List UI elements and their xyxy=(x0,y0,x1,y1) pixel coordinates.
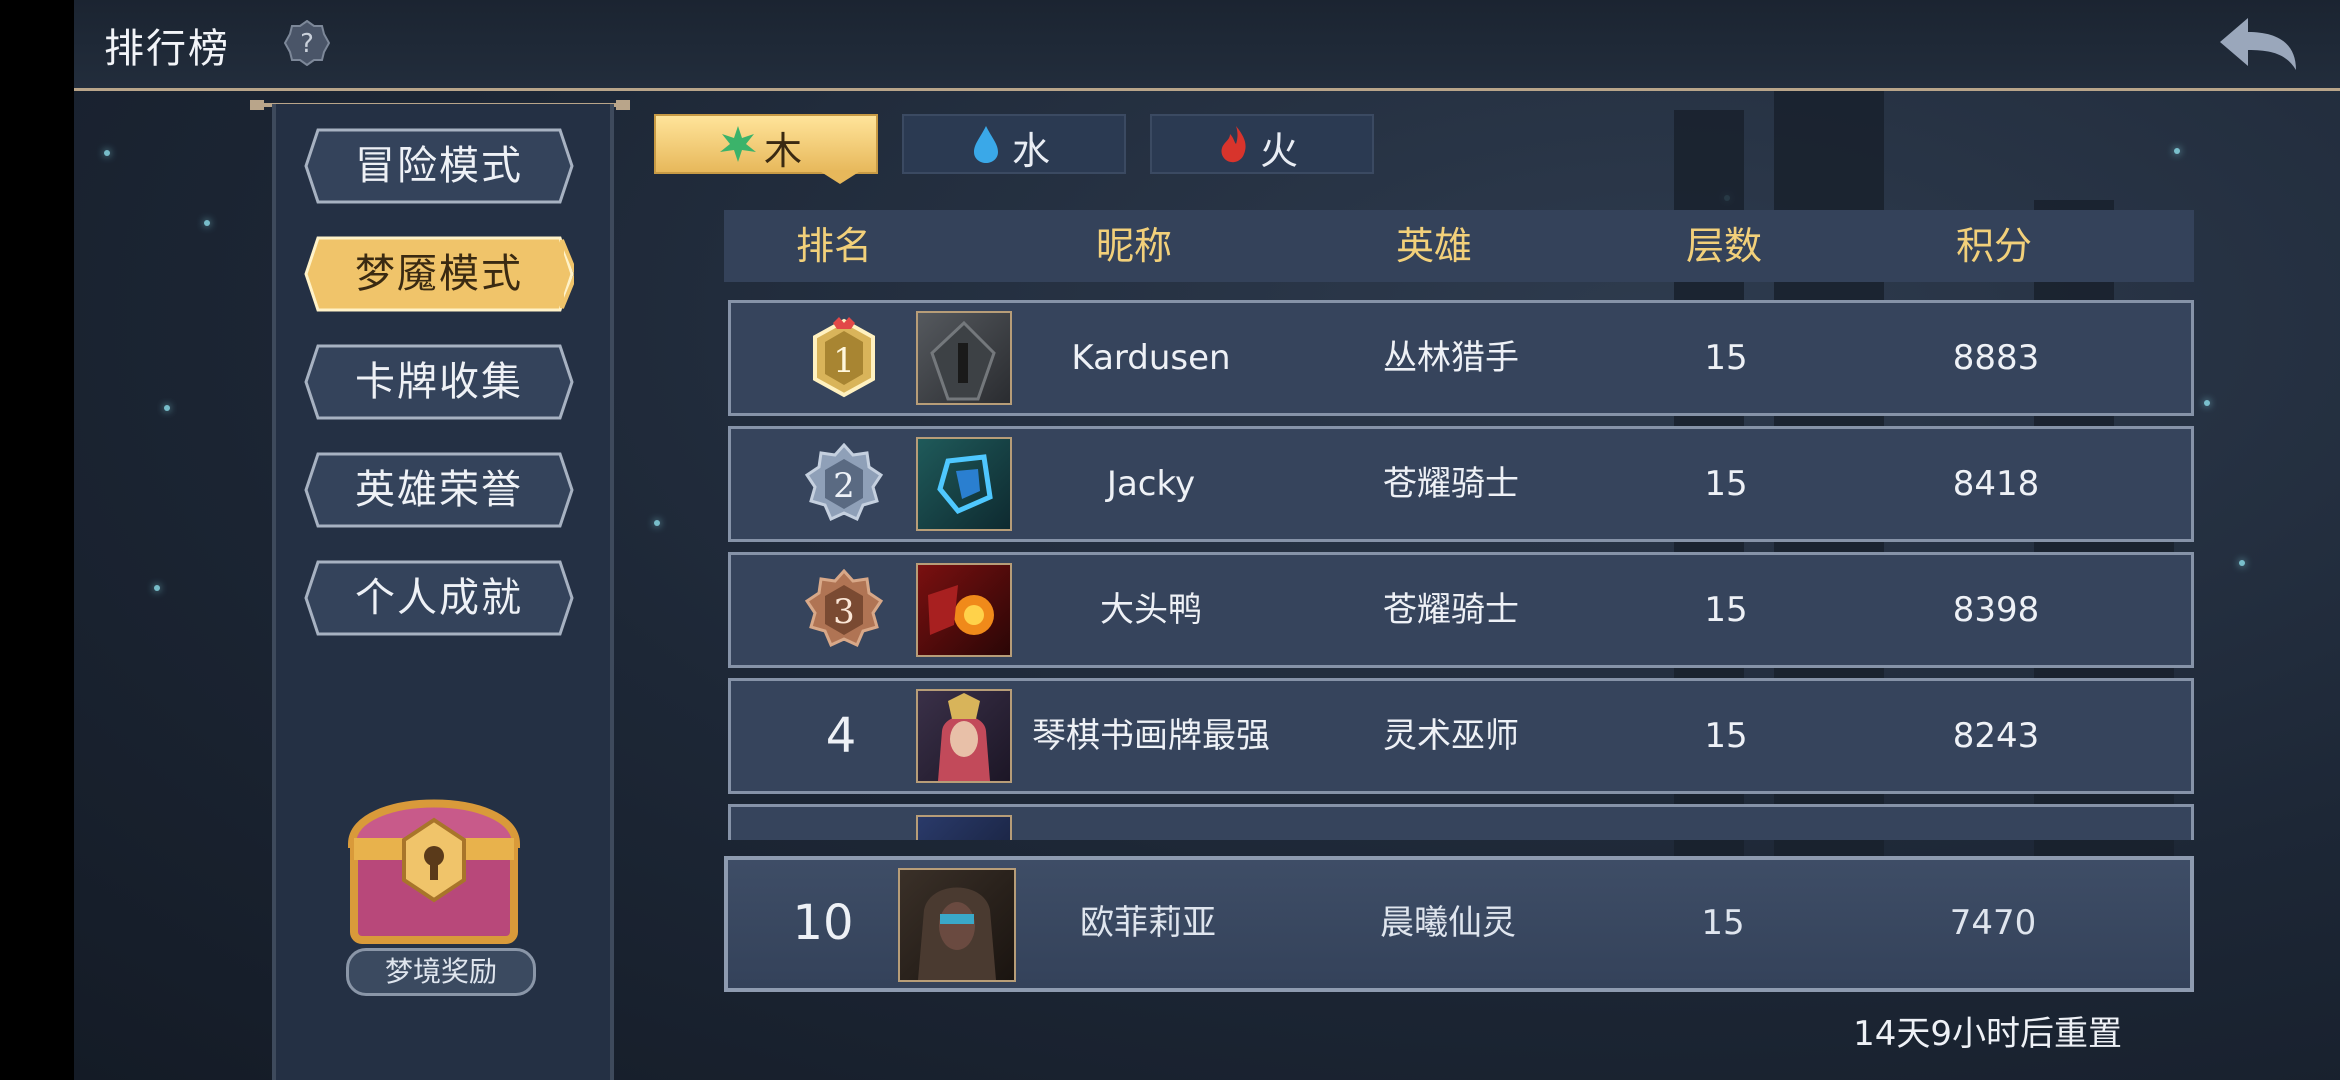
back-button[interactable] xyxy=(2216,14,2300,74)
mode-button-achievements[interactable]: 个人成就 xyxy=(304,560,574,636)
hero-name: 丛林猎手 xyxy=(1383,338,1519,378)
mode-button-adventure[interactable]: 冒险模式 xyxy=(304,128,574,204)
floors-value: 15 xyxy=(1704,338,1748,378)
rank-bronze-badge: 3 xyxy=(804,569,884,648)
player-name: 大头鸭 xyxy=(1100,590,1202,630)
table-header: 排名 昵称 英雄 层数 积分 xyxy=(724,210,2194,282)
reset-countdown: 14天9小时后重置 xyxy=(1853,1014,2122,1054)
fire-icon xyxy=(1221,126,1246,163)
score-value: 8243 xyxy=(1952,716,2040,756)
rank-number: 2 xyxy=(833,466,855,506)
table-row[interactable] xyxy=(728,804,2194,840)
mode-label: 冒险模式 xyxy=(355,143,523,189)
mode-label: 个人成就 xyxy=(355,575,523,621)
star-decoration xyxy=(154,585,160,591)
mode-label: 卡牌收集 xyxy=(355,359,523,405)
top-bar: 排行榜 ? xyxy=(74,0,2340,91)
rank-gold-badge: 1 xyxy=(813,317,875,398)
hero-name: 苍耀骑士 xyxy=(1383,464,1519,504)
my-rank-row[interactable]: 10 欧菲莉亚 晨曦仙灵 15 7470 xyxy=(724,856,2194,992)
tab-label: 水 xyxy=(1012,129,1051,173)
star-decoration xyxy=(654,520,660,526)
rank-number: 10 xyxy=(792,895,854,951)
floors-value: 15 xyxy=(1704,590,1748,630)
leaderboard-list[interactable]: 1 Kardusen 丛林猎手 15 8883 2 Jacky 苍耀骑士 15 … xyxy=(724,296,2198,840)
hero-avatar xyxy=(916,311,1012,405)
column-header-rank: 排名 xyxy=(795,224,872,268)
tab-water[interactable]: 水 xyxy=(902,114,1126,174)
hero-name: 灵术巫师 xyxy=(1383,716,1519,756)
tab-wood[interactable]: 木 xyxy=(654,114,878,174)
mode-label: 英雄荣誉 xyxy=(355,467,523,513)
score-value: 8883 xyxy=(1952,338,2040,378)
table-row[interactable]: 4 琴棋书画牌最强 灵术巫师 15 8243 xyxy=(728,678,2194,794)
player-name: 琴棋书画牌最强 xyxy=(1032,716,1270,756)
score-value: 8398 xyxy=(1952,590,2040,630)
water-drop-icon xyxy=(974,126,998,163)
hero-avatar xyxy=(916,815,1012,840)
hero-name: 晨曦仙灵 xyxy=(1380,903,1516,943)
score-value: 7470 xyxy=(1949,903,2037,943)
rank-silver-badge: 2 xyxy=(804,443,884,522)
hero-avatar xyxy=(916,563,1012,657)
star-decoration xyxy=(2174,148,2180,154)
rank-number: 1 xyxy=(833,341,855,381)
score-value: 8418 xyxy=(1952,464,2040,504)
mode-button-cards[interactable]: 卡牌收集 xyxy=(304,344,574,420)
mode-button-nightmare[interactable]: 梦魇模式 xyxy=(304,236,574,312)
hero-avatar xyxy=(898,868,1016,982)
page-title: 排行榜 xyxy=(104,26,230,72)
game-screen: 排行榜 ? 冒险模式 梦魇模式 卡牌收集 英雄荣誉 个人成就 梦境奖励 木 水 … xyxy=(74,0,2340,1080)
column-header-score: 积分 xyxy=(1955,224,2032,268)
leaf-icon xyxy=(720,126,756,162)
hero-avatar xyxy=(916,437,1012,531)
star-decoration xyxy=(104,150,110,156)
hero-avatar xyxy=(916,689,1012,783)
rank-number: 4 xyxy=(825,708,857,764)
tab-pointer xyxy=(818,170,862,184)
rank-number: 3 xyxy=(833,592,855,632)
column-header-floors: 层数 xyxy=(1685,224,1762,268)
mode-label: 梦魇模式 xyxy=(355,251,523,297)
floors-value: 15 xyxy=(1704,464,1748,504)
player-name: Jacky xyxy=(1106,464,1196,504)
star-decoration xyxy=(204,220,210,226)
treasure-chest-icon[interactable] xyxy=(334,760,534,950)
column-header-nickname: 昵称 xyxy=(1095,224,1172,268)
svg-text:?: ? xyxy=(300,29,314,59)
table-row[interactable]: 2 Jacky 苍耀骑士 15 8418 xyxy=(728,426,2194,542)
hero-name: 苍耀骑士 xyxy=(1383,590,1519,630)
tab-fire[interactable]: 火 xyxy=(1150,114,1374,174)
column-header-hero: 英雄 xyxy=(1395,224,1472,268)
star-decoration xyxy=(2204,400,2210,406)
floors-value: 15 xyxy=(1701,903,1745,943)
floors-value: 15 xyxy=(1704,716,1748,756)
star-decoration xyxy=(164,405,170,411)
star-decoration xyxy=(2239,560,2245,566)
help-icon[interactable]: ? xyxy=(284,20,330,66)
reward-label[interactable]: 梦境奖励 xyxy=(346,948,536,996)
table-row[interactable]: 3 大头鸭 苍耀骑士 15 8398 xyxy=(728,552,2194,668)
tab-label: 火 xyxy=(1260,129,1299,173)
player-name: 欧菲莉亚 xyxy=(1080,903,1216,943)
mode-button-hero-honor[interactable]: 英雄荣誉 xyxy=(304,452,574,528)
table-row[interactable]: 1 Kardusen 丛林猎手 15 8883 xyxy=(728,300,2194,416)
tab-label: 木 xyxy=(764,129,803,173)
player-name: Kardusen xyxy=(1071,338,1231,378)
